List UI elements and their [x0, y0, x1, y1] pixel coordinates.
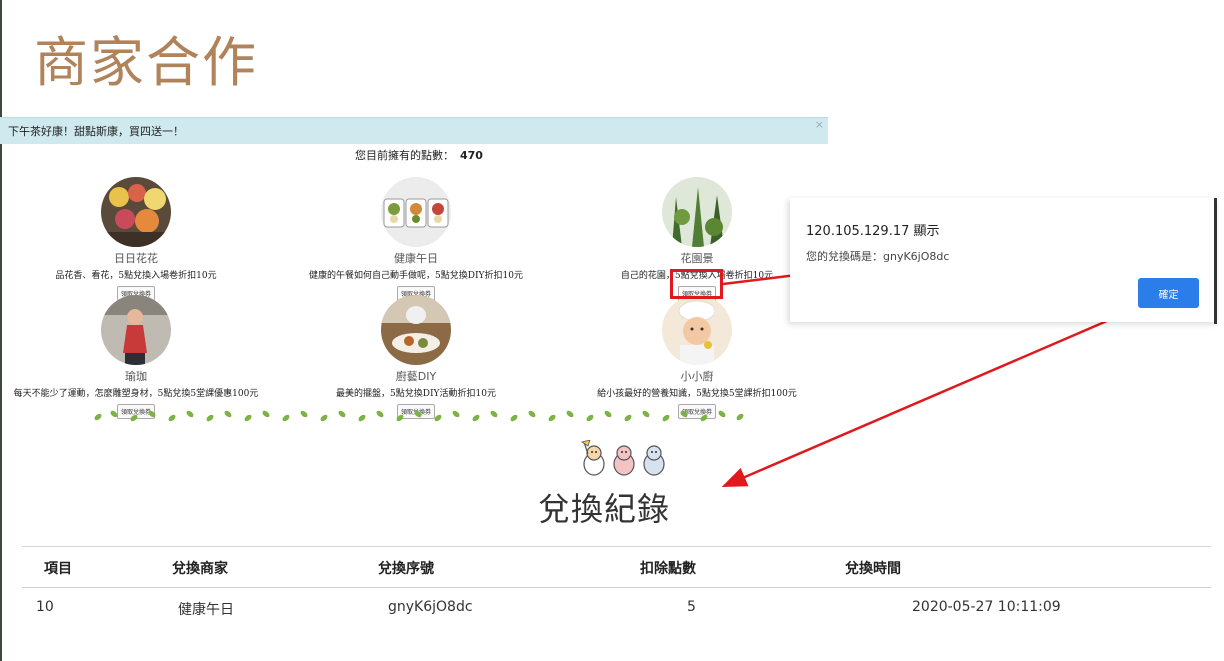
cell-merchant: 健康午日: [178, 602, 234, 618]
animal-mascot-icon: [581, 440, 665, 476]
dialog-message: 您的兌換碼是：gnyK6jO8dc: [806, 250, 950, 263]
column-header: 兌換時間: [845, 561, 901, 577]
dialog-title: 120.105.129.17 顯示: [806, 224, 940, 239]
cell-serial: gnyK6jO8dc: [388, 599, 473, 615]
cell-points: 5: [687, 599, 696, 615]
cell-item: 10: [36, 599, 54, 615]
cell-time: 2020-05-27 10:11:09: [912, 599, 1061, 615]
window-edge: [1214, 198, 1217, 324]
alert-dialog: 120.105.129.17 顯示 您的兌換碼是：gnyK6jO8dc 確定: [790, 198, 1217, 322]
column-header: 扣除點數: [640, 561, 696, 577]
column-header: 兌換序號: [378, 561, 434, 577]
records-title: 兌換紀錄: [538, 490, 671, 528]
vine-divider: [94, 410, 744, 422]
column-header: 兌換商家: [172, 561, 228, 577]
column-header: 項目: [44, 561, 72, 577]
ok-button[interactable]: 確定: [1138, 278, 1199, 308]
table-header: 項目 兌換商家 兌換序號 扣除點數 兌換時間: [22, 546, 1211, 588]
